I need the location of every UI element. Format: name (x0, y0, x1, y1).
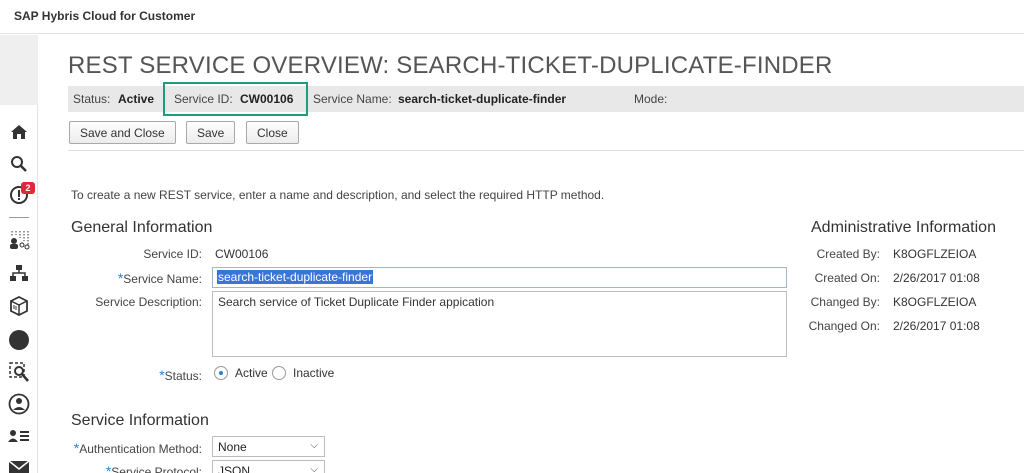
search-icon[interactable] (0, 149, 38, 179)
chevron-down-icon: ⌵ (310, 464, 318, 473)
package-icon[interactable] (0, 291, 38, 321)
status-inactive-label: Inactive (293, 366, 335, 380)
app-title: SAP Hybris Cloud for Customer (14, 9, 196, 23)
general-info-heading: General Information (71, 219, 213, 236)
created-by-label: Created By: (816, 247, 880, 261)
service-name-label: Service Name: (313, 92, 392, 106)
save-and-close-button[interactable]: Save and Close (69, 121, 176, 144)
hierarchy-icon[interactable] (0, 258, 38, 288)
mode-label: Mode: (634, 92, 668, 106)
notification-badge: 2 (21, 182, 35, 194)
service-description-label: Service Description: (95, 295, 202, 309)
protocol-select[interactable]: JSON ⌵ (212, 460, 325, 473)
sidebar: 2 (0, 105, 38, 473)
status-value: Active (118, 92, 155, 106)
status-active-label: Active (235, 366, 268, 380)
service-description-textarea[interactable]: Search service of Ticket Duplicate Finde… (212, 291, 787, 357)
status-active-radio[interactable] (214, 366, 228, 380)
service-name-input[interactable]: search-ticket-duplicate-finder (212, 267, 787, 288)
toolbar-divider (68, 150, 1024, 151)
close-button[interactable]: Close (246, 121, 299, 144)
service-info-heading: Service Information (71, 412, 209, 429)
auth-method-label: *Authentication Method: (73, 440, 202, 456)
service-id-field-value: CW00106 (215, 247, 269, 261)
user-list-icon[interactable] (0, 421, 38, 451)
changed-on-value: 2/26/2017 01:08 (893, 319, 980, 333)
service-name-value: search-ticket-duplicate-finder (398, 92, 567, 106)
page-title: REST SERVICE OVERVIEW: SEARCH-TICKET-DUP… (68, 52, 833, 79)
org-chart-icon[interactable] (0, 225, 38, 255)
admin-info-heading: Administrative Information (811, 219, 996, 236)
person-icon[interactable] (0, 389, 38, 419)
status-field-label: *Status: (159, 367, 202, 383)
changed-by-value: K8OGFLZEIOA (893, 295, 977, 309)
auth-method-select[interactable]: None ⌵ (212, 436, 325, 457)
chevron-down-icon: ⌵ (310, 440, 318, 451)
notifications-icon[interactable]: 2 (0, 180, 38, 210)
protocol-label: *Service Protocol: (106, 463, 202, 473)
status-inactive-radio[interactable] (272, 366, 286, 380)
created-on-value: 2/26/2017 01:08 (893, 271, 980, 285)
service-id-field-label: Service ID: (143, 247, 202, 261)
status-label: Status: (73, 92, 111, 106)
home-icon[interactable] (0, 117, 38, 147)
changed-by-label: Changed By: (810, 295, 880, 309)
shell-header: SAP Hybris Cloud for Customer (0, 0, 1024, 34)
protocol-value: JSON (218, 464, 251, 473)
service-name-field-label: *Service Name: (117, 270, 202, 286)
sidebar-header-area (0, 35, 38, 105)
service-id-highlight (163, 82, 308, 116)
mail-icon[interactable] (0, 453, 38, 473)
changed-on-label: Changed On: (808, 319, 880, 333)
created-on-label: Created On: (814, 271, 880, 285)
save-button[interactable]: Save (186, 121, 236, 144)
sidebar-divider (9, 217, 29, 218)
intro-text: To create a new REST service, enter a na… (71, 188, 605, 202)
circle-icon[interactable] (0, 325, 38, 355)
auth-method-value: None (218, 440, 247, 454)
analysis-icon[interactable] (0, 357, 38, 387)
created-by-value: K8OGFLZEIOA (893, 247, 977, 261)
